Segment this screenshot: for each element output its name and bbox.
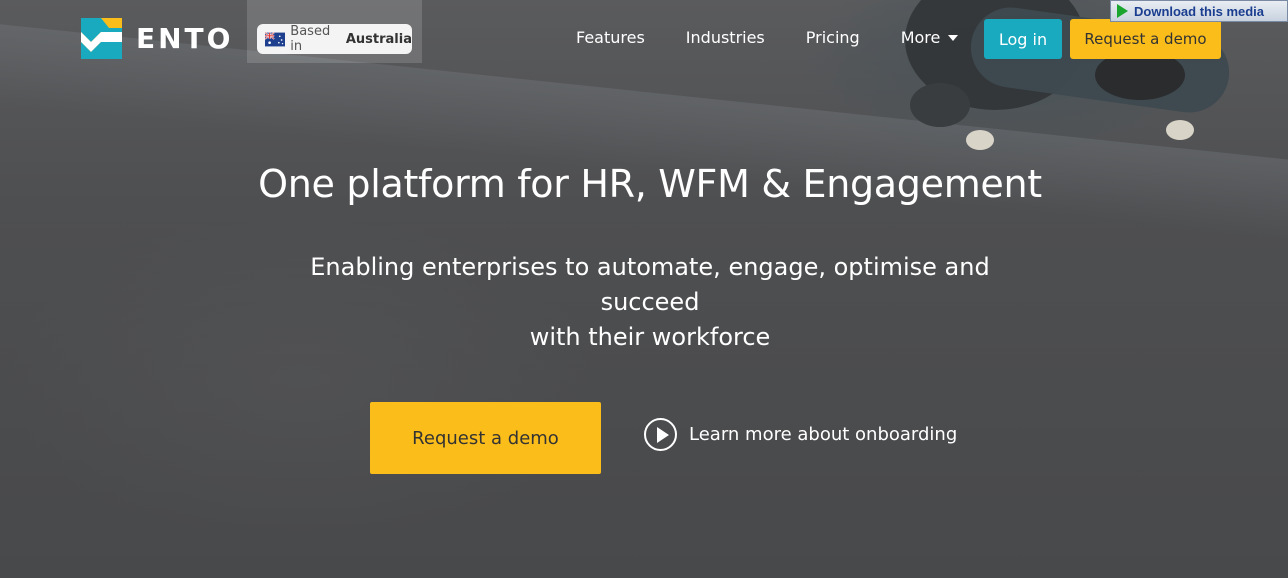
- location-badge-container: Based in Australia: [247, 0, 422, 63]
- ento-logo[interactable]: ENTO: [81, 18, 233, 59]
- australia-flag-icon: [265, 31, 286, 46]
- nav-more[interactable]: More: [901, 28, 959, 47]
- hero-subtitle: Enabling enterprises to automate, engage…: [270, 250, 1030, 355]
- learn-more-label: Learn more about onboarding: [689, 424, 958, 445]
- logo-text: ENTO: [136, 22, 234, 55]
- hero-subtitle-line-2: with their workforce: [529, 323, 771, 351]
- badge-prefix: Based in: [290, 24, 331, 54]
- nav-more-label: More: [900, 28, 941, 47]
- play-icon: [1117, 4, 1128, 18]
- hero-subtitle-line-1: Enabling enterprises to automate, engage…: [310, 253, 990, 316]
- based-in-australia-badge[interactable]: Based in Australia: [257, 24, 412, 54]
- play-circle-icon: [644, 418, 677, 451]
- request-demo-hero-button[interactable]: Request a demo: [370, 402, 601, 474]
- login-button[interactable]: Log in: [984, 19, 1062, 59]
- request-demo-header-button[interactable]: Request a demo: [1070, 19, 1221, 59]
- download-media-label: Download this media: [1134, 3, 1265, 19]
- download-media-button[interactable]: Download this media: [1110, 0, 1288, 22]
- nav-pricing[interactable]: Pricing: [806, 28, 860, 47]
- ento-logo-icon: [81, 18, 122, 59]
- learn-more-onboarding-link[interactable]: Learn more about onboarding: [644, 418, 957, 451]
- badge-country: Australia: [345, 31, 412, 47]
- caret-down-icon: [948, 34, 959, 41]
- hero-title: One platform for HR, WFM & Engagement: [258, 162, 1042, 206]
- nav-industries[interactable]: Industries: [686, 28, 765, 47]
- nav-features[interactable]: Features: [576, 28, 645, 47]
- main-nav: Features Industries Pricing More: [576, 28, 999, 47]
